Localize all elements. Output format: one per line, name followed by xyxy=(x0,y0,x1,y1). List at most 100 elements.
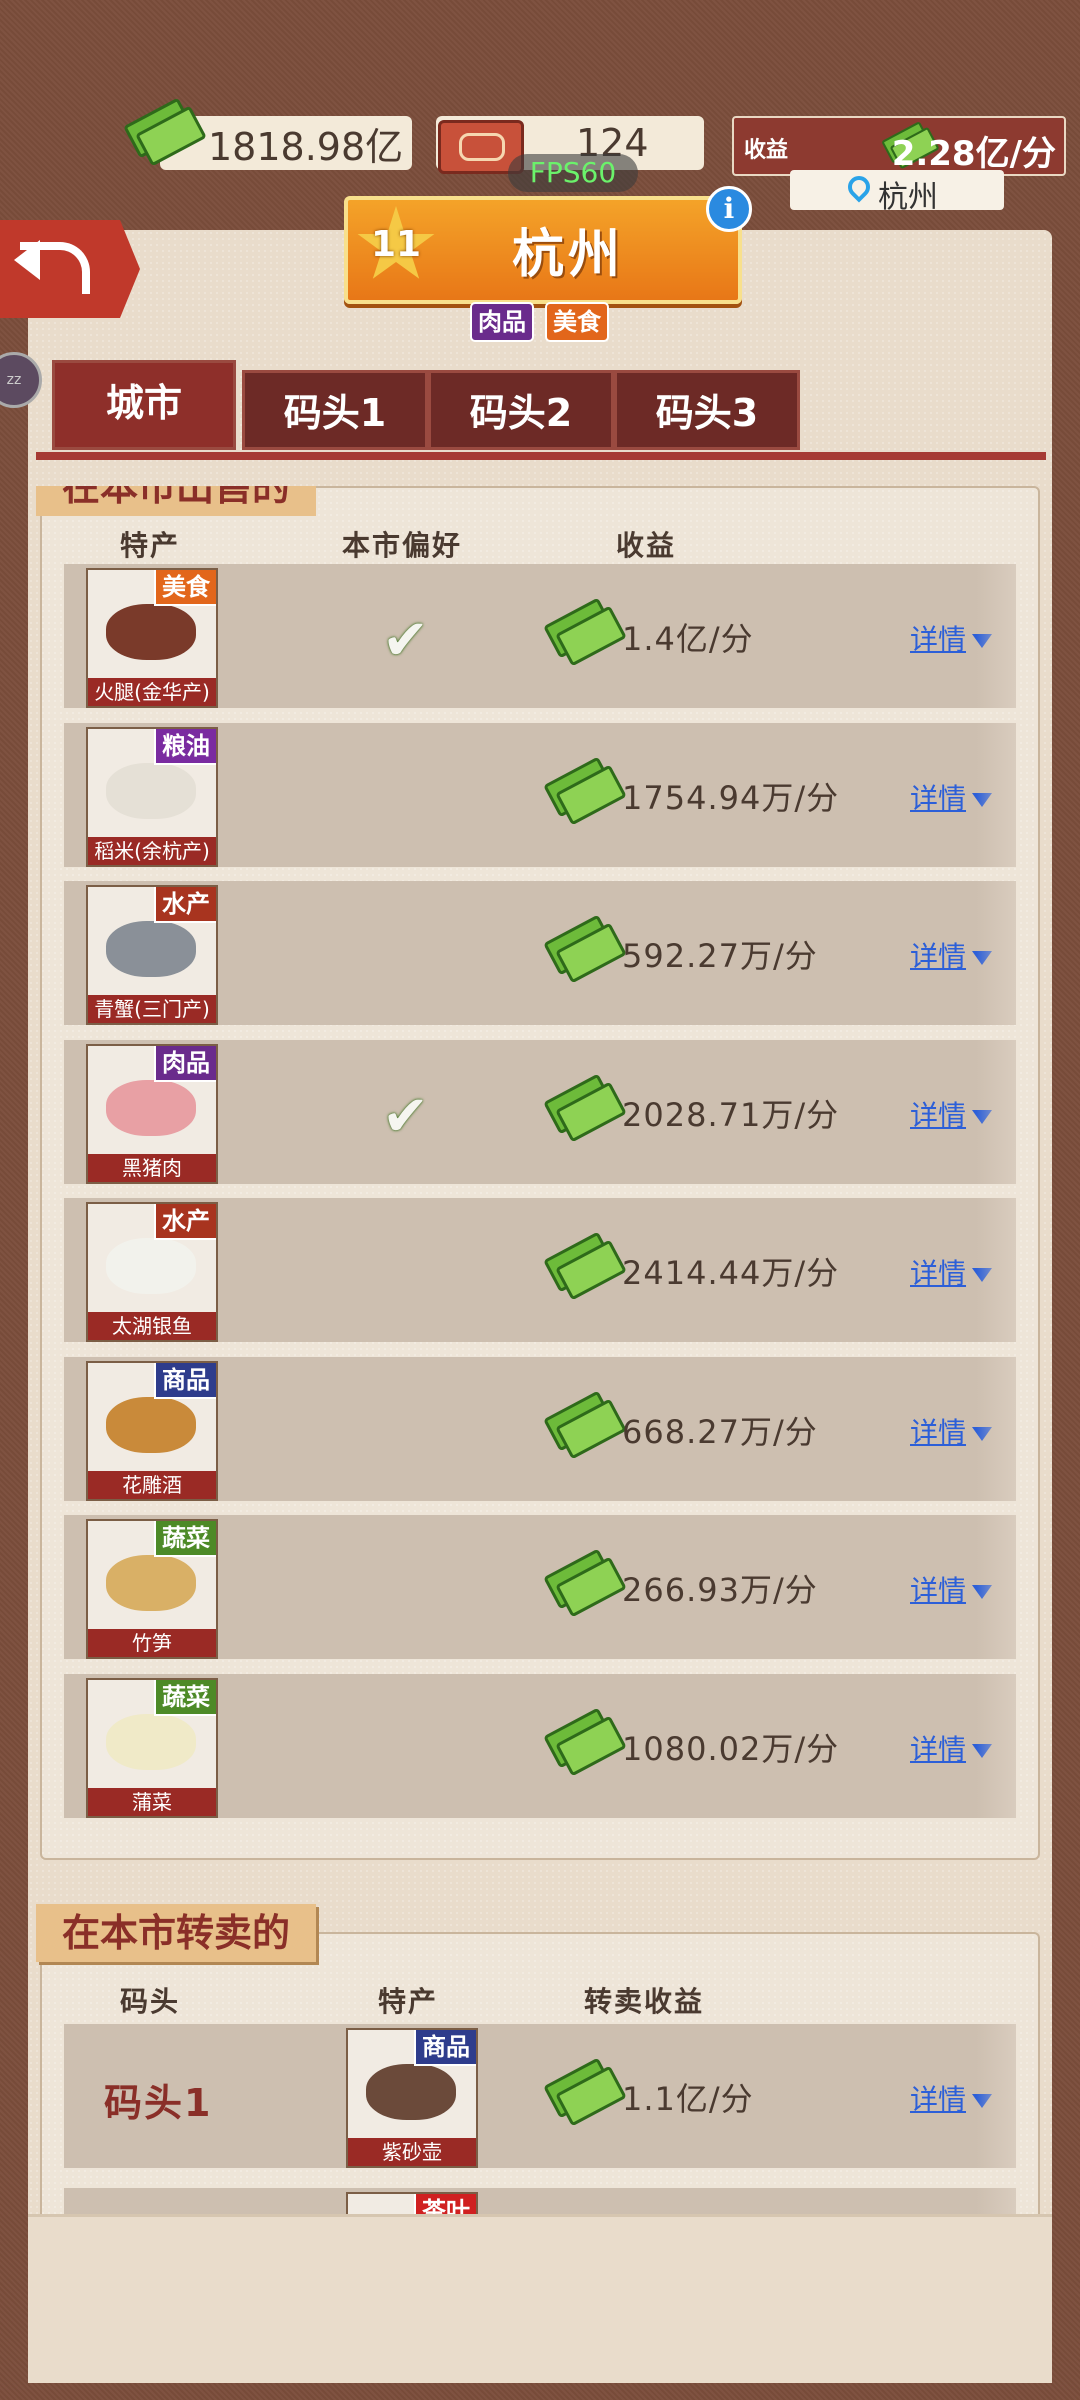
category-badge: 商品 xyxy=(154,1362,216,1399)
header-specialty: 特产 xyxy=(120,529,181,562)
tab-underline xyxy=(36,452,1046,460)
product-thumbnail: 美食 火腿(金华产) xyxy=(86,568,218,708)
panel-bottom-edge xyxy=(28,2214,1052,2383)
table-row: 蔬菜 竹笋 266.93万/分 详情 xyxy=(64,1515,1016,1659)
table-row: 粮油 稻米(余杭产) 1754.94万/分 详情 xyxy=(64,722,1016,867)
product-image xyxy=(366,2064,456,2120)
detail-link[interactable]: 详情 xyxy=(910,2078,993,2118)
header-dock: 码头 xyxy=(120,1985,181,2018)
detail-link[interactable]: 详情 xyxy=(910,1569,993,1609)
detail-link[interactable]: 详情 xyxy=(910,1252,993,1292)
product-name: 稻米(余杭产) xyxy=(88,836,216,865)
table-row: 码头1 商品紫砂壶 1.1亿/分 详情 xyxy=(64,2024,1016,2168)
tab-dock-3[interactable]: 码头3 xyxy=(614,370,800,450)
dropdown-arrow-icon xyxy=(972,792,993,807)
section-title-resell: 在本市转卖的 xyxy=(36,1904,317,1962)
city-tag: 美食 xyxy=(545,302,609,342)
income-value: 266.93万/分 xyxy=(622,1571,818,1609)
fps-counter: FPS60 xyxy=(508,154,638,192)
detail-label: 详情 xyxy=(910,1257,967,1290)
product-image xyxy=(106,1079,196,1136)
product-name: 蒲菜 xyxy=(88,1787,216,1816)
income-value: 1754.94万/分 xyxy=(622,778,840,817)
product-image xyxy=(106,1713,196,1770)
category-badge: 蔬菜 xyxy=(154,1679,216,1716)
income-value: 1080.02万/分 xyxy=(622,1729,840,1768)
preference-check-icon: ✔ xyxy=(382,1083,429,1149)
money-icon xyxy=(543,1390,627,1459)
product-thumbnail: 肉品 黑猪肉 xyxy=(86,1043,218,1184)
info-icon[interactable]: i xyxy=(706,186,752,232)
product-image xyxy=(106,921,196,977)
product-image xyxy=(106,1396,196,1453)
product-name: 青蟹(三门产) xyxy=(88,995,216,1023)
detail-link[interactable]: 详情 xyxy=(910,1411,993,1451)
detail-link[interactable]: 详情 xyxy=(910,1094,993,1134)
money-icon xyxy=(543,597,627,667)
category-badge: 美食 xyxy=(154,570,216,606)
income-value: 668.27万/分 xyxy=(622,1412,818,1451)
table-row: 水产 青蟹(三门产) 592.27万/分 详情 xyxy=(64,881,1016,1025)
product-thumbnail: 蔬菜蒲菜 xyxy=(86,1677,218,1818)
detail-label: 详情 xyxy=(910,781,967,815)
detail-label: 详情 xyxy=(910,623,967,656)
back-arrow-head xyxy=(14,240,40,280)
product-image xyxy=(106,604,196,660)
dropdown-arrow-icon xyxy=(972,1585,993,1599)
header-specialty: 特产 xyxy=(378,1985,439,2018)
product-thumbnail: 蔬菜 竹笋 xyxy=(86,1519,218,1659)
product-thumbnail: 商品花雕酒 xyxy=(86,1360,218,1501)
table-row: 肉品 黑猪肉 ✔ 2028.71万/分 详情 xyxy=(64,1039,1016,1184)
table-row: 水产 太湖银鱼 2414.44万/分 详情 xyxy=(64,1198,1016,1342)
category-badge: 肉品 xyxy=(154,1045,216,1082)
detail-label: 详情 xyxy=(910,1574,967,1607)
money-value: 1818.98亿 xyxy=(208,124,404,169)
money-icon xyxy=(543,1548,627,1618)
money-icon xyxy=(543,1073,627,1142)
city-level: 11 xyxy=(370,224,422,265)
detail-link[interactable]: 详情 xyxy=(910,935,993,975)
preference-check-icon: ✔ xyxy=(382,608,429,673)
product-name: 花雕酒 xyxy=(88,1470,216,1499)
income-value: 1.4亿/分 xyxy=(622,620,754,658)
detail-label: 详情 xyxy=(910,940,967,973)
detail-link[interactable]: 详情 xyxy=(910,1728,993,1768)
dock-name: 码头1 xyxy=(104,2081,213,2125)
dropdown-arrow-icon xyxy=(972,2094,993,2108)
income-box: 收益 2.28亿/分 xyxy=(732,116,1066,176)
category-badge: 商品 xyxy=(414,2030,476,2066)
tab-dock-2[interactable]: 码头2 xyxy=(428,370,614,450)
product-thumbnail: 商品紫砂壶 xyxy=(346,2028,478,2168)
income-label: 收益 xyxy=(744,138,789,163)
detail-label: 详情 xyxy=(910,1415,967,1449)
product-thumbnail: 粮油 稻米(余杭产) xyxy=(86,726,218,867)
money-icon xyxy=(543,1707,627,1776)
city-banner: 11 杭州 xyxy=(344,196,742,304)
header-preference: 本市偏好 xyxy=(342,529,463,562)
money-icon xyxy=(543,914,627,984)
table-row: 蔬菜蒲菜 1080.02万/分 详情 xyxy=(64,1673,1016,1818)
tab-dock-1[interactable]: 码头1 xyxy=(242,370,428,450)
product-name: 太湖银鱼 xyxy=(88,1312,216,1340)
dropdown-arrow-icon xyxy=(972,1109,993,1124)
detail-link[interactable]: 详情 xyxy=(910,618,993,658)
money-icon xyxy=(543,756,627,825)
product-name: 紫砂壶 xyxy=(348,2138,476,2166)
income-value: 2414.44万/分 xyxy=(622,1254,840,1292)
header-income: 收益 xyxy=(616,529,677,562)
product-thumbnail: 水产 青蟹(三门产) xyxy=(86,885,218,1025)
dropdown-arrow-icon xyxy=(972,634,993,648)
product-image xyxy=(106,1238,196,1294)
income-value: 2.28亿/分 xyxy=(891,134,1056,174)
category-badge: 蔬菜 xyxy=(154,1521,216,1557)
dropdown-arrow-icon xyxy=(972,1426,993,1441)
resell-income-value: 1.1亿/分 xyxy=(622,2080,754,2118)
back-button[interactable] xyxy=(0,220,140,318)
money-icon xyxy=(543,2057,627,2127)
dropdown-arrow-icon xyxy=(972,1743,993,1758)
tab-city[interactable]: 城市 xyxy=(52,360,236,450)
dropdown-arrow-icon xyxy=(972,1268,993,1282)
detail-link[interactable]: 详情 xyxy=(910,777,993,817)
money-icon xyxy=(543,1231,627,1301)
city-name: 杭州 xyxy=(511,225,624,285)
